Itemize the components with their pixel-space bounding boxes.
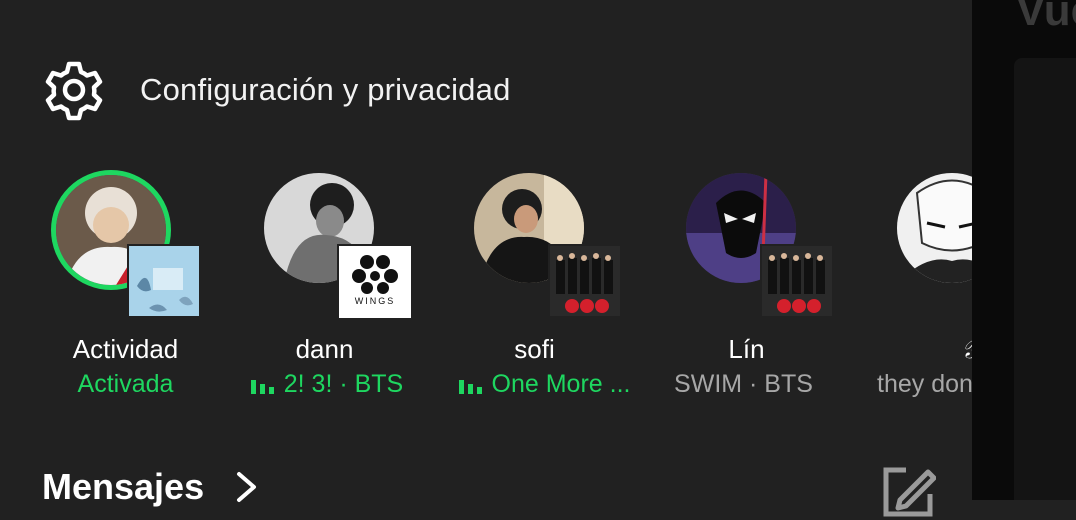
gear-icon <box>45 61 103 121</box>
friend-item-dann[interactable]: WINGS dann 2! 3! · BTS <box>250 170 464 398</box>
avatar <box>897 173 972 283</box>
album-cover <box>548 244 622 318</box>
friend-item-lin[interactable]: Lín SWIM · BTS <box>674 170 886 398</box>
album-cover-text: WINGS <box>354 296 396 306</box>
right-side-panel: Vue <box>972 0 1076 500</box>
chevron-right-icon <box>237 472 257 502</box>
right-panel-title: Vue <box>1016 0 1076 35</box>
friend-status: they don <box>877 370 972 398</box>
friend-name: dann <box>295 334 354 364</box>
friend-name: sofi <box>514 334 555 364</box>
equalizer-icon <box>250 380 274 394</box>
album-cover <box>760 244 834 318</box>
friend-name: Lín <box>728 334 765 364</box>
compose-icon[interactable] <box>880 464 936 520</box>
friend-name: Actividad <box>72 334 179 364</box>
right-panel-card[interactable] <box>1014 58 1076 500</box>
settings-label: Configuración y privacidad <box>140 72 511 107</box>
messages-title: Mensajes <box>42 466 205 507</box>
friend-name: 𝒴𝒮 <box>909 334 972 366</box>
album-cover <box>127 244 201 318</box>
friend-item-actividad[interactable]: Actividad Activada <box>53 170 253 398</box>
friend-status: SWIM · BTS <box>674 370 813 398</box>
messages-header[interactable]: Mensajes <box>42 462 260 512</box>
settings-row[interactable]: Configuración y privacidad <box>42 58 511 122</box>
friend-item-sofi[interactable]: sofi One More ... <box>458 170 674 398</box>
friend-status: One More ... <box>454 370 634 399</box>
equalizer-icon <box>458 380 482 394</box>
friend-activity-strip: Actividad Activada WINGS dann 2! 3! · BT… <box>0 170 972 420</box>
friend-status: 2! 3! · BTS <box>244 370 409 399</box>
friend-status: Activada <box>77 370 174 398</box>
friend-item-partial[interactable]: 𝒴𝒮 they don <box>877 170 972 398</box>
album-cover: WINGS <box>337 244 413 320</box>
